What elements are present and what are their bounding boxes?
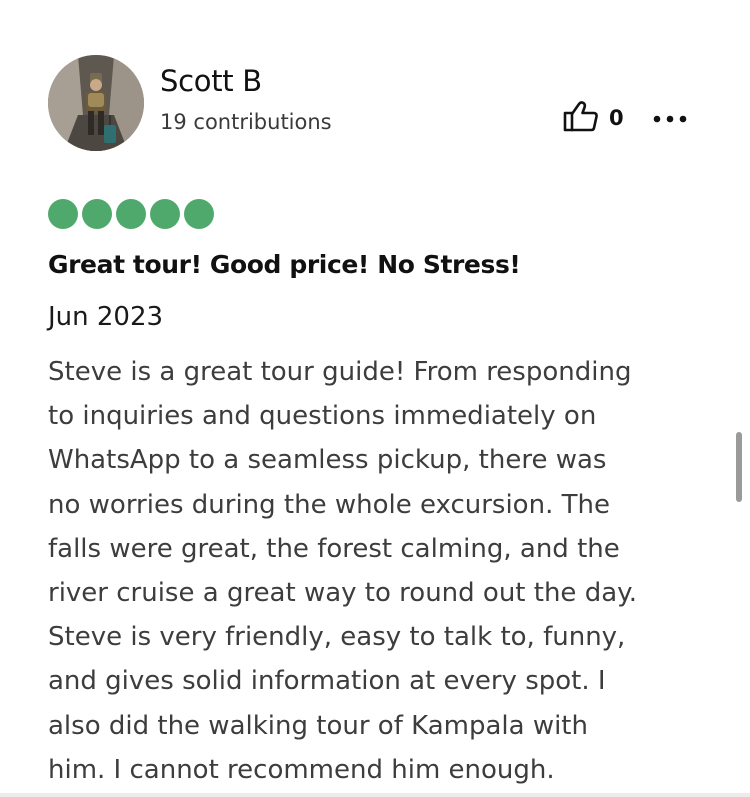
helpful-count: 0 (609, 106, 624, 130)
rating-bubble (150, 199, 180, 229)
avatar-photo (48, 55, 144, 151)
divider (0, 793, 750, 797)
avatar[interactable] (48, 55, 144, 151)
rating-bubbles (48, 199, 214, 229)
rating-bubble (48, 199, 78, 229)
rating-bubble (116, 199, 146, 229)
review-date: Jun 2023 (48, 302, 164, 332)
contributions-count: 19 contributions (160, 110, 332, 134)
helpful-button[interactable]: 0 (563, 100, 624, 136)
author-name[interactable]: Scott B (160, 64, 262, 98)
review-title[interactable]: Great tour! Good price! No Stress! (48, 250, 521, 279)
rating-bubble (82, 199, 112, 229)
review-body: Steve is a great tour guide! From respon… (48, 357, 638, 785)
rating-bubble (184, 199, 214, 229)
more-options-icon (653, 115, 687, 123)
more-options-button[interactable] (650, 104, 690, 134)
scrollbar-thumb[interactable] (736, 432, 742, 502)
thumbs-up-icon (563, 100, 599, 136)
